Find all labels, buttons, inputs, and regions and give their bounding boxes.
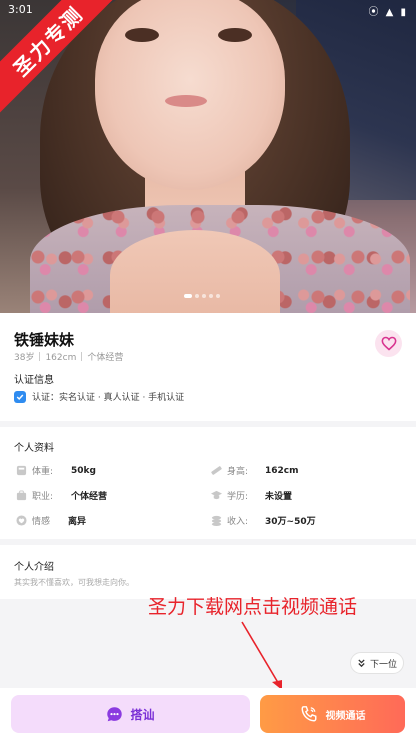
education-value: 未设置	[265, 492, 293, 502]
detail-income: 收入: 30万~50万	[211, 514, 391, 527]
detail-weight: 体重: 50kg	[16, 464, 196, 477]
coins-icon	[211, 515, 222, 526]
graduation-cap-icon	[211, 490, 222, 500]
photo-eye	[218, 28, 252, 42]
education-label: 学历:	[227, 492, 249, 502]
next-profile-label: 下一位	[369, 659, 397, 670]
intro-text: 其实我不懂喜欢，可我想走向你。	[14, 578, 134, 587]
check-icon	[14, 390, 26, 403]
weight-value: 50kg	[71, 465, 96, 476]
weight-label: 体重:	[32, 467, 54, 477]
annotation-arrow-icon	[241, 621, 282, 690]
profile-meta: 38岁 162cm 个体经营	[14, 350, 123, 363]
intro-card: 个人介绍 其实我不懂喜欢，可我想走向你。	[0, 545, 416, 599]
details-card: 个人资料 体重: 50kg 身高: 162cm 职业: 个体经营 学历: 未设置…	[0, 427, 416, 539]
income-value: 30万~50万	[265, 517, 316, 527]
chat-bubble-icon	[107, 706, 123, 721]
job-label: 职业:	[32, 492, 54, 502]
height-label: 身高:	[227, 467, 249, 477]
verify-row: 认证：实名认证 · 真人认证 · 手机认证	[14, 390, 184, 403]
photo-eye	[125, 28, 159, 42]
scale-icon	[16, 465, 27, 476]
photo-lips	[165, 95, 207, 107]
marital-value: 离异	[68, 517, 87, 527]
briefcase-icon	[16, 490, 27, 501]
carousel-dot	[184, 294, 192, 298]
carousel-indicator	[184, 294, 220, 298]
chat-label: 搭讪	[130, 707, 155, 722]
profile-header-card: 铁锤妹妹 38岁 162cm 个体经营 认证信息 认证：实名认证 · 真人认证 · …	[0, 313, 416, 421]
profile-name: 铁锤妹妹	[14, 331, 75, 349]
profile-job: 个体经营	[87, 353, 124, 363]
detail-height: 身高: 162cm	[211, 464, 391, 477]
status-time: 3:01	[8, 3, 33, 16]
carousel-dot	[202, 294, 206, 298]
phone-icon	[301, 706, 316, 722]
carousel-dot	[195, 294, 199, 298]
favorite-button[interactable]	[375, 330, 402, 357]
verify-title: 认证信息	[14, 375, 54, 386]
video-call-button[interactable]: 视频通话	[260, 695, 405, 733]
income-label: 收入:	[227, 517, 249, 527]
bottom-action-bar: 搭讪 视频通话	[0, 688, 416, 741]
carousel-dot	[209, 294, 213, 298]
ruler-icon	[211, 466, 222, 475]
double-chevron-down-icon	[358, 658, 365, 667]
chat-button[interactable]: 搭讪	[11, 695, 250, 733]
height-value: 162cm	[265, 465, 299, 476]
marital-label: 情感	[32, 517, 51, 527]
profile-height: 162cm	[45, 353, 77, 363]
carousel-dot	[216, 294, 220, 298]
divider	[81, 352, 83, 361]
detail-education: 学历: 未设置	[211, 489, 391, 502]
status-icons: ⦿ ▲ ▮	[368, 7, 408, 18]
intro-title: 个人介绍	[14, 562, 54, 573]
next-profile-button[interactable]: 下一位	[350, 652, 404, 674]
verify-text: 认证：实名认证 · 真人认证 · 手机认证	[32, 393, 185, 403]
video-call-label: 视频通话	[325, 710, 366, 722]
divider	[39, 352, 41, 361]
heart-status-icon	[16, 515, 27, 526]
detail-job: 职业: 个体经营	[16, 489, 196, 502]
heart-icon	[381, 336, 396, 351]
detail-marital: 情感 离异	[16, 514, 196, 527]
details-title: 个人资料	[14, 443, 54, 454]
profile-age: 38岁	[14, 353, 35, 363]
photo-skin	[110, 230, 280, 313]
job-value: 个体经营	[71, 492, 108, 502]
annotation-text: 圣力下载网点击视频通话	[148, 596, 358, 618]
